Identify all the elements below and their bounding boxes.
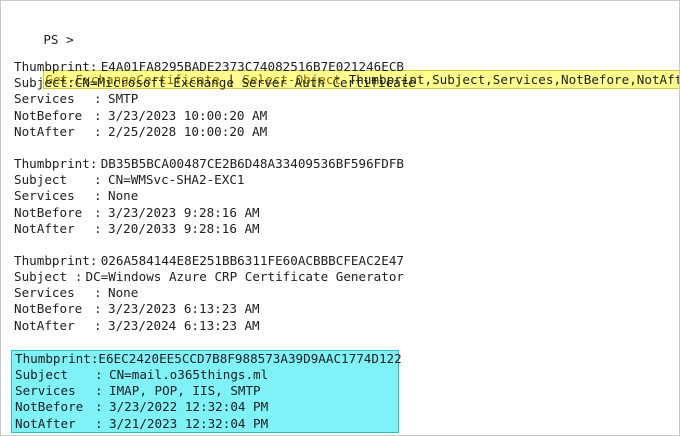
- field-separator: :: [95, 383, 103, 399]
- field-row-thumbprint: Thumbprint: E4A01FA8295BADE2373C74082516B…: [14, 59, 404, 75]
- certificate-block: Thumbprint: DB35B5BCA00487CE2B6D48A334095…: [14, 156, 404, 237]
- field-separator: :: [94, 301, 102, 317]
- field-row-services: Services: IMAP, POP, IIS, SMTP: [15, 383, 398, 399]
- field-row-notafter: NotAfter:3/20/2033 9:28:16 AM: [14, 221, 404, 237]
- field-key: Thumbprint: [14, 155, 90, 171]
- command-line: PS > Get-ExchangeCertificate | Select-Ob…: [13, 10, 679, 89]
- field-row-notbefore: NotBefore:3/23/2022 12:32:04 PM: [15, 399, 398, 415]
- field-row-thumbprint: Thumbprint: DB35B5BCA00487CE2B6D48A334095…: [14, 156, 404, 172]
- field-row-thumbprint: Thumbprint:026A584144E8E251BB6311FE60ACB…: [14, 253, 404, 269]
- certificate-block: Thumbprint: E4A01FA8295BADE2373C74082516B…: [14, 59, 416, 140]
- field-separator: :: [94, 188, 102, 204]
- field-key: NotAfter: [15, 415, 76, 431]
- field-value-notafter: 2/25/2028 10:00:20 AM: [108, 123, 268, 139]
- field-separator: :: [90, 350, 99, 366]
- field-row-subject: Subject: DC=Windows Azure CRP Certificate…: [14, 269, 404, 285]
- field-value-notbefore: 3/23/2023 6:13:23 AM: [108, 301, 260, 317]
- field-separator: :: [94, 204, 102, 220]
- field-value-notafter: 3/21/2023 12:32:04 PM: [109, 415, 269, 431]
- output-blocks: Thumbprint: E4A01FA8295BADE2373C74082516B…: [11, 59, 416, 435]
- field-row-subject: Subject: CN=WMSvc-SHA2-EXC1: [14, 172, 404, 188]
- field-separator: :: [94, 91, 102, 107]
- field-key: NotAfter: [14, 317, 75, 333]
- field-key: NotBefore: [14, 301, 83, 317]
- field-separator: :: [89, 59, 98, 74]
- field-separator: :: [95, 399, 103, 415]
- field-key: NotBefore: [14, 204, 83, 220]
- field-row-services: Services: None: [14, 285, 404, 301]
- field-value-notafter: 3/23/2024 6:13:23 AM: [108, 317, 260, 333]
- field-row-notbefore: NotBefore:3/23/2023 9:28:16 AM: [14, 205, 404, 221]
- field-separator: :: [94, 317, 102, 333]
- field-row-thumbprint: Thumbprint: E6EC2420EE5CCD7B8F988573A39D9…: [15, 350, 402, 367]
- field-row-notbefore: NotBefore:3/23/2023 6:13:23 AM: [14, 301, 404, 317]
- field-key: Subject: [15, 367, 69, 382]
- field-key: Thumbprint: [14, 252, 90, 268]
- field-row-notafter: NotAfter:3/21/2023 12:32:04 PM: [15, 416, 398, 432]
- field-row-notbefore: NotBefore:3/23/2023 10:00:20 AM: [14, 108, 404, 124]
- field-row-subject: Subject: CN=mail.o365things.ml: [15, 367, 398, 383]
- certificate-block: Thumbprint:026A584144E8E251BB6311FE60ACB…: [14, 253, 404, 334]
- field-key: Services: [14, 188, 75, 204]
- field-row-notafter: NotAfter:2/25/2028 10:00:20 AM: [14, 124, 404, 140]
- prompt: PS >: [43, 32, 74, 47]
- field-key: NotBefore: [14, 107, 83, 123]
- field-value-subject: CN=mail.o365things.ml: [109, 367, 269, 382]
- certificate-block-highlighted: Thumbprint: E6EC2420EE5CCD7B8F988573A39D9…: [11, 349, 402, 433]
- field-key: Thumbprint: [15, 350, 91, 366]
- field-value-services: None: [108, 285, 139, 301]
- field-key: Services: [14, 285, 75, 301]
- field-value-thumbprint: DB35B5BCA00487CE2B6D48A33409536BF596FDFB: [100, 155, 404, 171]
- field-key: Subject: [14, 269, 68, 285]
- field-key: NotBefore: [15, 399, 84, 415]
- field-separator: :: [94, 123, 102, 139]
- field-separator: :: [95, 415, 103, 431]
- field-row-services: Services: None: [14, 188, 404, 204]
- field-separator: :: [94, 220, 102, 236]
- field-key: NotAfter: [14, 220, 75, 236]
- powershell-console[interactable]: PS > Get-ExchangeCertificate | Select-Ob…: [0, 0, 680, 436]
- field-value-services: SMTP: [108, 91, 139, 107]
- field-row-subject: Subject: CN=Microsoft Exchange Server Aut…: [14, 75, 416, 91]
- field-separator: :: [89, 155, 98, 171]
- field-value-thumbprint: E6EC2420EE5CCD7B8F988573A39D9AAC1774D122: [98, 350, 402, 366]
- field-key: Subject: [14, 172, 68, 188]
- field-value-subject: DC=Windows Azure CRP Certificate Generat…: [85, 269, 404, 285]
- field-value-notbefore: 3/23/2022 12:32:04 PM: [109, 399, 269, 415]
- field-separator: :: [94, 172, 102, 188]
- field-value-thumbprint: 026A584144E8E251BB6311FE60ACBBBCFEAC2E47: [100, 252, 404, 268]
- field-key: Subject: [14, 75, 68, 91]
- field-key: Thumbprint: [14, 59, 90, 74]
- field-row-services: Services: SMTP: [14, 91, 404, 107]
- field-key: NotAfter: [14, 123, 75, 139]
- field-value-notafter: 3/20/2033 9:28:16 AM: [108, 220, 260, 236]
- field-separator: :: [67, 75, 75, 91]
- field-value-notbefore: 3/23/2023 10:00:20 AM: [108, 107, 268, 123]
- field-value-subject: CN=WMSvc-SHA2-EXC1: [108, 172, 245, 188]
- field-separator: :: [89, 252, 98, 268]
- field-value-services: None: [108, 188, 139, 204]
- field-separator: :: [95, 367, 103, 382]
- field-row-notafter: NotAfter:3/23/2024 6:13:23 AM: [14, 318, 404, 334]
- field-separator: :: [94, 285, 102, 301]
- field-separator: :: [74, 269, 83, 285]
- field-separator: :: [94, 107, 102, 123]
- field-value-thumbprint: E4A01FA8295BADE2373C74082516B7E021246ECB: [100, 59, 404, 74]
- field-value-notbefore: 3/23/2023 9:28:16 AM: [108, 204, 260, 220]
- field-value-subject: CN=Microsoft Exchange Server Auth Certif…: [74, 75, 416, 91]
- field-key: Services: [15, 383, 76, 399]
- field-key: Services: [14, 91, 75, 107]
- field-value-services: IMAP, POP, IIS, SMTP: [109, 383, 261, 399]
